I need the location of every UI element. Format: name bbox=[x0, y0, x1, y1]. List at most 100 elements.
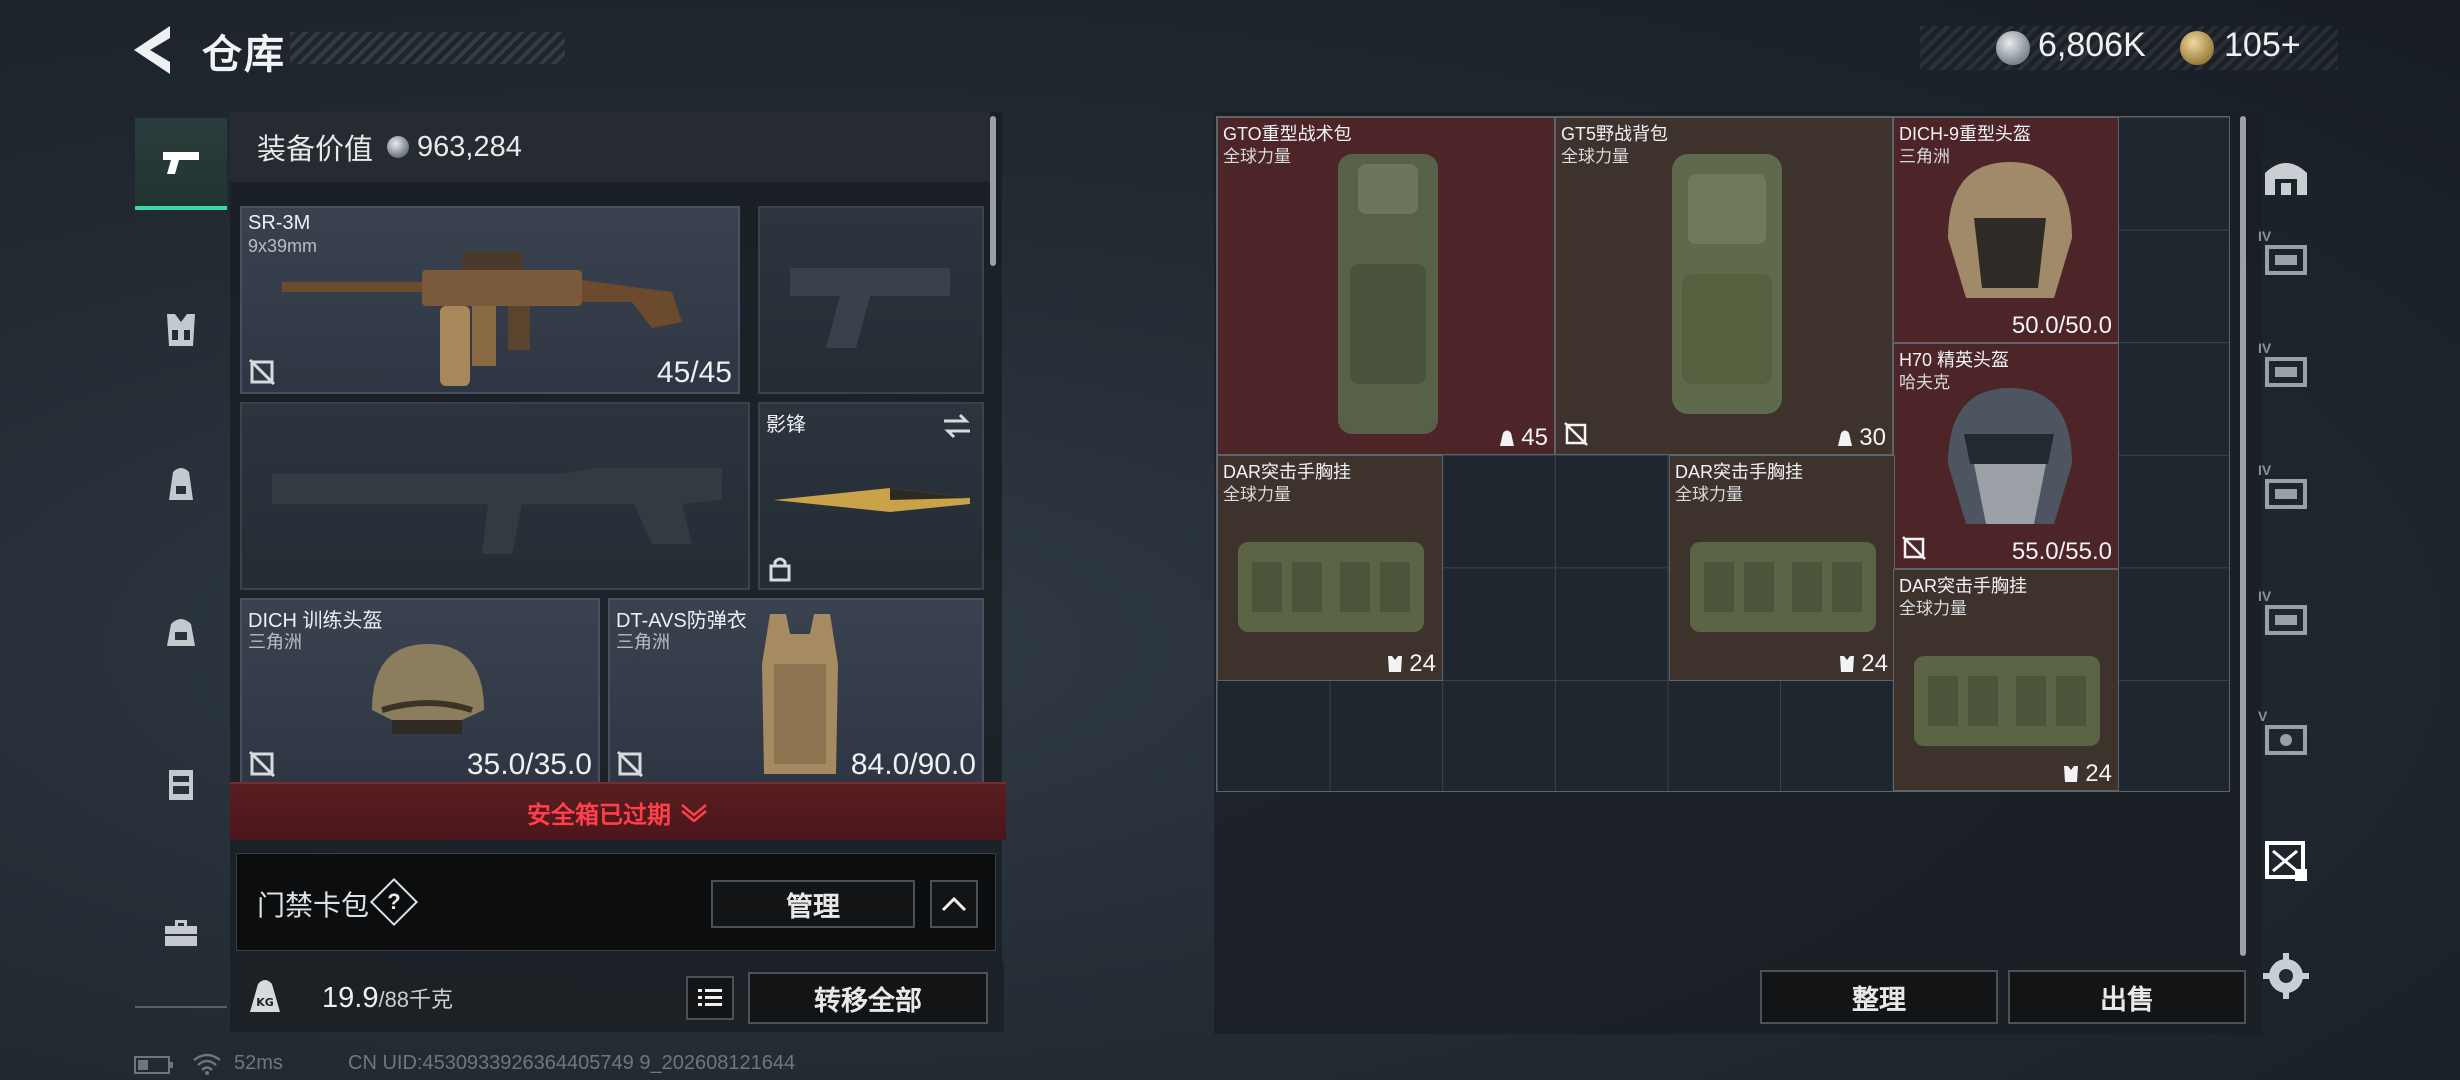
collapse-button[interactable] bbox=[930, 880, 978, 928]
page-title: 仓库 bbox=[202, 33, 286, 77]
armor-slot[interactable]: DT-AVS防弹衣 三角洲 84.0/90.0 bbox=[608, 598, 984, 786]
primary-weapon-slot[interactable]: SR-3M 9x39mm 45/45 bbox=[240, 206, 740, 394]
storage-item[interactable]: H70 精英头盔 哈夫克 55.0/55.0 bbox=[1893, 343, 2119, 569]
list-icon bbox=[698, 989, 722, 1006]
nav-weapons[interactable] bbox=[135, 118, 227, 210]
token-balance[interactable]: 105+ bbox=[2224, 26, 2301, 65]
no-insurance-icon bbox=[248, 358, 276, 386]
pistol-slot[interactable] bbox=[758, 206, 984, 394]
equipment-scrollbar[interactable] bbox=[990, 116, 996, 266]
settings-button[interactable] bbox=[2256, 946, 2316, 1006]
transfer-all-button[interactable]: 转移全部 bbox=[748, 972, 988, 1024]
bag-icon bbox=[167, 619, 195, 646]
item-faction: 全球力量 bbox=[1223, 147, 1291, 166]
item-faction: 全球力量 bbox=[1899, 599, 1967, 618]
item-faction: 全球力量 bbox=[1675, 485, 1743, 504]
armor-image bbox=[762, 614, 838, 774]
title-decoration bbox=[290, 32, 565, 64]
manage-button[interactable]: 管理 bbox=[711, 880, 915, 928]
coin-icon bbox=[387, 136, 410, 158]
nav-backpack[interactable] bbox=[135, 438, 227, 530]
weight-value: 19.9/88千克 bbox=[322, 982, 454, 1014]
side-nav-storage-1[interactable]: IV bbox=[2256, 228, 2316, 288]
svg-text:KG: KG bbox=[256, 996, 274, 1009]
melee-name: 影锋 bbox=[766, 414, 806, 436]
chevron-down-icon bbox=[681, 804, 707, 822]
capacity-badge: 24 bbox=[1385, 650, 1436, 678]
chest-rig-icon bbox=[1388, 656, 1403, 672]
sort-button[interactable]: 整理 bbox=[1760, 970, 1998, 1024]
chevron-up-icon bbox=[941, 896, 967, 912]
weapon-ammo: 45/45 bbox=[656, 356, 732, 389]
case-icon bbox=[169, 770, 193, 800]
storage-item[interactable]: DAR突击手胸挂 全球力量 24 bbox=[1669, 455, 1895, 681]
helmet-slot[interactable]: DICH 训练头盔 三角洲 35.0/35.0 bbox=[240, 598, 600, 786]
safe-box-status-text: 安全箱已过期 bbox=[527, 801, 671, 829]
storage-active-icon bbox=[2265, 841, 2307, 881]
storage-scrollbar[interactable] bbox=[2240, 116, 2246, 956]
side-nav-storage-active[interactable] bbox=[2256, 830, 2316, 890]
equipment-value-label: 装备价值 bbox=[257, 134, 374, 166]
storage-item[interactable]: DICH-9重型头盔 三角洲 50.0/50.0 bbox=[1893, 117, 2119, 343]
chest-rig-icon bbox=[167, 314, 195, 346]
chest-rig-icon bbox=[2064, 766, 2079, 782]
helmet-image bbox=[372, 644, 484, 734]
storage-item[interactable]: DAR突击手胸挂 全球力量 24 bbox=[1893, 569, 2119, 791]
storage-item[interactable]: GTO重型战术包 全球力量 45 bbox=[1217, 117, 1555, 455]
chest-rig-icon bbox=[1840, 656, 1855, 672]
melee-slot[interactable]: 影锋 bbox=[758, 402, 984, 590]
secondary-weapon-slot[interactable] bbox=[240, 402, 750, 590]
storage-item[interactable]: DAR突击手胸挂 全球力量 24 bbox=[1217, 455, 1443, 681]
backpack-icon bbox=[169, 468, 193, 500]
nav-case[interactable] bbox=[135, 738, 227, 830]
nav-bag[interactable] bbox=[135, 586, 227, 678]
chest-rig-image bbox=[1690, 542, 1876, 632]
help-icon[interactable]: ? bbox=[369, 877, 419, 927]
side-nav-storage-5[interactable]: V bbox=[2256, 708, 2316, 768]
pistol-silhouette-icon bbox=[790, 268, 950, 348]
side-nav-storage-4[interactable]: IV bbox=[2256, 588, 2316, 648]
backpack-icon bbox=[1500, 430, 1515, 446]
rifle-image bbox=[282, 252, 682, 386]
capacity-badge: 30 bbox=[1835, 424, 1886, 452]
backpack-image bbox=[1338, 154, 1438, 434]
no-insurance-icon bbox=[248, 750, 276, 778]
swap-icon[interactable] bbox=[940, 412, 974, 440]
no-insurance-icon bbox=[1564, 422, 1588, 446]
nav-toolbox[interactable] bbox=[135, 886, 227, 978]
nav-chest-rig[interactable] bbox=[135, 284, 227, 376]
side-nav-storage-2[interactable]: IV bbox=[2256, 340, 2316, 400]
toolbox-icon bbox=[165, 920, 197, 946]
armor-durability: 84.0/90.0 bbox=[850, 748, 976, 781]
item-faction: 全球力量 bbox=[1223, 485, 1291, 504]
helmet-faction: 三角洲 bbox=[248, 632, 302, 652]
no-insurance-icon bbox=[1902, 536, 1926, 560]
back-arrow-icon bbox=[134, 26, 170, 74]
warehouse-icon bbox=[2265, 163, 2307, 195]
helmet-image bbox=[1948, 162, 2072, 298]
storage-item[interactable]: GT5野战背包 全球力量 30 bbox=[1555, 117, 1893, 455]
helmet-image bbox=[1948, 388, 2072, 524]
keycard-row: 门禁卡包 ? 管理 bbox=[236, 853, 996, 951]
battery-icon bbox=[134, 1056, 173, 1074]
list-view-button[interactable] bbox=[686, 976, 734, 1020]
chest-rig-image bbox=[1238, 542, 1424, 632]
user-uid: CN UID:4530933926364405749 9_20260812164… bbox=[348, 1052, 796, 1074]
rifle-silhouette-icon bbox=[272, 468, 722, 554]
equipment-value-bar: 装备价值 963,284 bbox=[230, 112, 990, 182]
backpack-image bbox=[1672, 154, 1782, 414]
pistol-icon bbox=[163, 152, 199, 174]
back-button[interactable] bbox=[130, 24, 178, 76]
lock-icon bbox=[769, 557, 791, 582]
sell-button[interactable]: 出售 bbox=[2008, 970, 2246, 1024]
keycard-label: 门禁卡包 bbox=[257, 890, 370, 921]
item-durability: 55.0/55.0 bbox=[2011, 538, 2112, 565]
storage-panel: GTO重型战术包 全球力量 45 GT5野战背包 全球力量 30 DICH-9重… bbox=[1214, 112, 2262, 1034]
side-nav-warehouse[interactable] bbox=[2256, 146, 2316, 206]
no-insurance-icon bbox=[616, 750, 644, 778]
safe-box-status[interactable]: 安全箱已过期 bbox=[230, 782, 1006, 840]
side-nav-storage-3[interactable]: IV bbox=[2256, 462, 2316, 522]
category-nav bbox=[135, 108, 227, 1008]
item-durability: 50.0/50.0 bbox=[2011, 312, 2112, 339]
token-icon bbox=[2180, 31, 2214, 65]
